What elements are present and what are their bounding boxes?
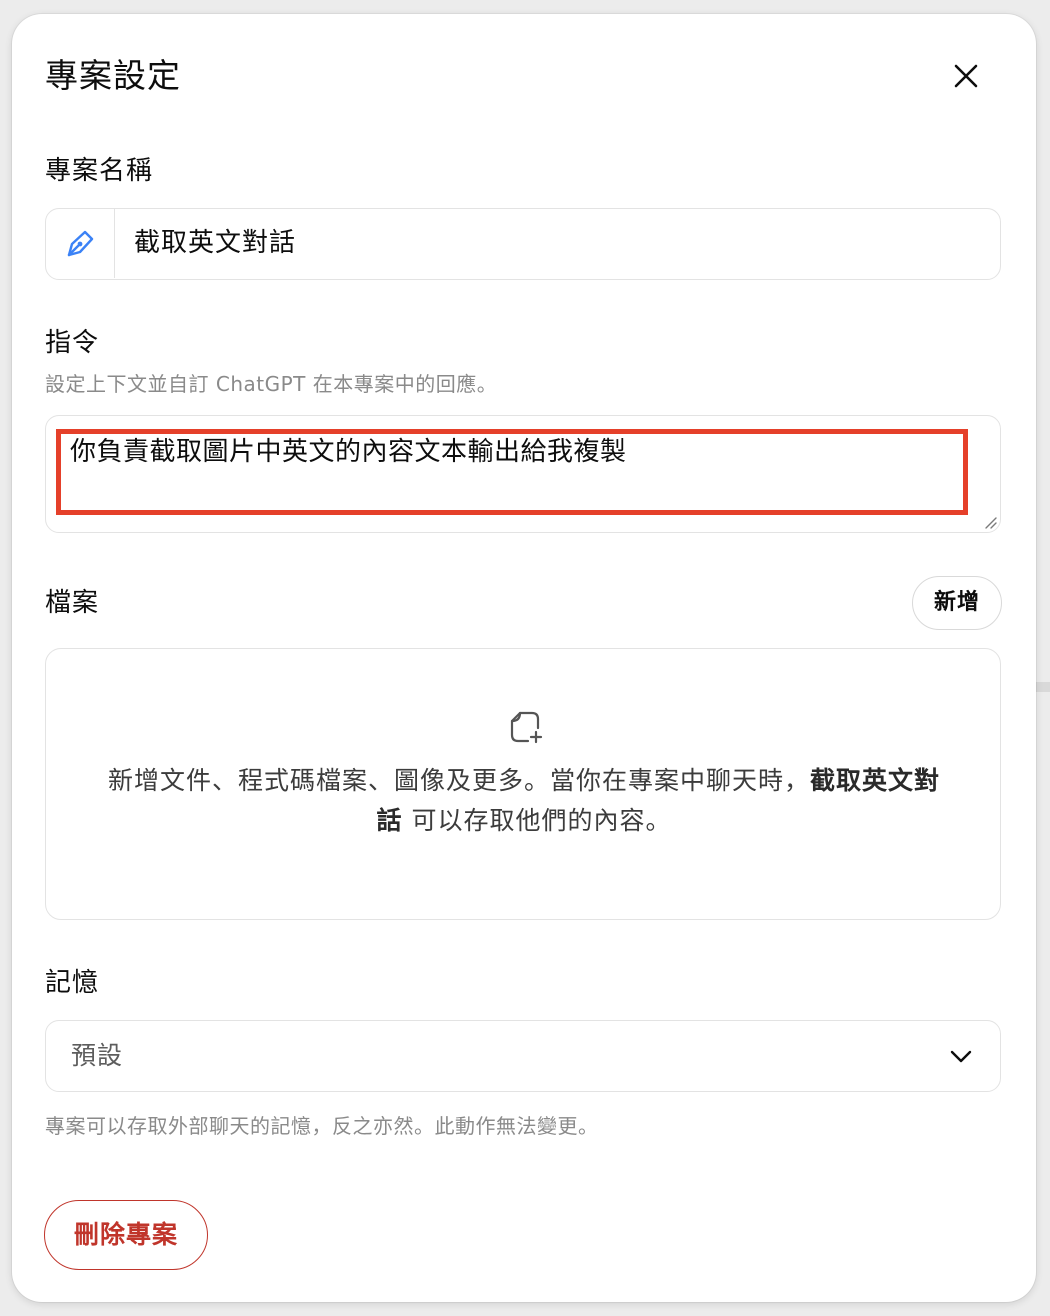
add-file-button[interactable]: 新增 bbox=[912, 576, 1002, 630]
files-label: 檔案 bbox=[45, 588, 100, 618]
pen-icon bbox=[67, 230, 94, 256]
instructions-hint: 設定上下文並自訂 ChatGPT 在本專案中的回應。 bbox=[45, 372, 498, 396]
memory-label: 記憶 bbox=[45, 968, 100, 998]
files-empty-text: 新增文件、程式碼檔案、圖像及更多。當你在專案中聊天時，截取英文對話 可以存取他們… bbox=[107, 766, 941, 835]
close-icon bbox=[954, 64, 978, 88]
add-file-icon bbox=[510, 711, 543, 744]
project-name-field: 截取英文對話 bbox=[45, 208, 1001, 280]
project-settings-dialog: 專案設定 專案名稱 截取英文對話 指令 設定上下文並自訂 ChatGPT 在本專… bbox=[12, 14, 1036, 1302]
memory-hint: 專案可以存取外部聊天的記憶，反之亦然。此動作無法變更。 bbox=[45, 1114, 599, 1138]
dialog-title: 專案設定 bbox=[45, 56, 181, 95]
memory-select[interactable]: 預設 bbox=[45, 1020, 1001, 1092]
close-button[interactable] bbox=[944, 54, 988, 98]
memory-selected-value: 預設 bbox=[71, 1041, 124, 1070]
backdrop-edge bbox=[1036, 682, 1050, 692]
resize-handle-icon[interactable] bbox=[983, 515, 997, 529]
files-dropzone[interactable]: 新增文件、程式碼檔案、圖像及更多。當你在專案中聊天時，截取英文對話 可以存取他們… bbox=[45, 648, 1001, 920]
instructions-textarea[interactable]: 你負責截取圖片中英文的內容文本輸出給我複製 bbox=[45, 415, 1001, 533]
project-name-label: 專案名稱 bbox=[45, 156, 154, 186]
instructions-label: 指令 bbox=[45, 328, 100, 358]
project-name-input[interactable]: 截取英文對話 bbox=[134, 209, 296, 278]
chevron-down-icon bbox=[950, 1050, 972, 1063]
delete-project-button[interactable]: 刪除專案 bbox=[44, 1200, 208, 1270]
project-icon-button[interactable] bbox=[46, 209, 115, 278]
instructions-text: 你負責截取圖片中英文的內容文本輸出給我複製 bbox=[70, 437, 627, 467]
